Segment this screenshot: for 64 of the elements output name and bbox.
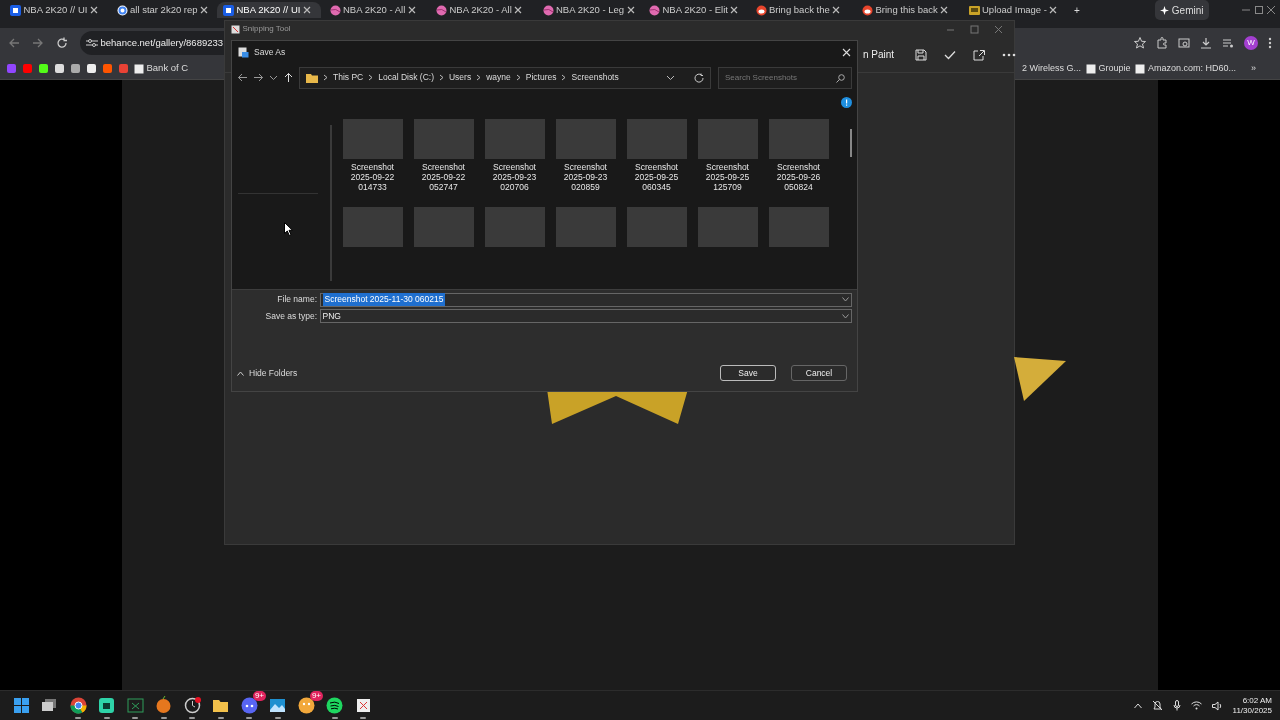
file-item[interactable]: Screenshot 2025-09-23 020859 bbox=[550, 119, 621, 192]
dialog-button[interactable]: Save bbox=[720, 365, 776, 381]
file-name: Screenshot 2025-09-25 060345 bbox=[634, 161, 679, 192]
browser-tab[interactable]: Bring back the bbox=[749, 2, 854, 18]
open-in-paint-button[interactable]: n Paint bbox=[863, 47, 895, 62]
file-name: Screenshot 2025-09-22 052747 bbox=[421, 161, 466, 192]
breadcrumb-item[interactable]: Screenshots bbox=[571, 71, 619, 84]
file-type-dropdown[interactable]: PNG bbox=[319, 309, 852, 323]
file-name-field[interactable]: Screenshot 2025-11-30 060215 bbox=[319, 292, 852, 307]
breadcrumb-item[interactable]: wayne bbox=[486, 71, 511, 84]
browser-tab[interactable]: all star 2k20 rep bbox=[110, 2, 215, 18]
file-item[interactable]: Screenshot 2025-09-25 060345 bbox=[621, 119, 692, 192]
address-bar[interactable]: This PC Local Disk (C:) Users wayne Pictures Screenshots bbox=[299, 66, 711, 89]
file-name: Screenshot 2025-09-23 020706 bbox=[492, 161, 537, 192]
bookmark[interactable]: Groupie bbox=[1085, 61, 1131, 76]
browser-tab[interactable]: NBA 2K20 - All bbox=[323, 2, 428, 18]
browser-tab[interactable]: NBA 2K20 - All bbox=[430, 2, 534, 18]
more-bookmarks-button[interactable]: » bbox=[1251, 61, 1256, 76]
tab-title: NBA 2K20 // UI bbox=[23, 2, 88, 17]
new-tab-button[interactable]: + bbox=[1074, 2, 1080, 18]
tab-title: NBA 2K20 - All bbox=[449, 2, 512, 17]
notification-badge: 9+ bbox=[309, 690, 323, 701]
profile-avatar[interactable]: W bbox=[1244, 36, 1258, 50]
tab-title: Upload Image - bbox=[982, 2, 1047, 17]
tab-title: NBA 2K20 - Leg bbox=[556, 2, 625, 17]
file-name: Screenshot 2025-09-26 050824 bbox=[776, 161, 821, 192]
breadcrumb-item[interactable]: Users bbox=[448, 71, 472, 84]
browser-tab[interactable]: NBA 2K20 - Leg bbox=[536, 2, 641, 18]
dialog-title: Save As bbox=[254, 46, 286, 59]
file-item[interactable]: Screenshot 2025-09-23 020706 bbox=[479, 119, 550, 192]
browser-tab[interactable]: NBA 2K20 // UI bbox=[217, 2, 321, 18]
file-item[interactable]: Screenshot 2025-09-26 050824 bbox=[763, 119, 834, 192]
breadcrumb-item[interactable]: Local Disk (C:) bbox=[378, 71, 434, 84]
search-field[interactable]: Search Screenshots bbox=[718, 66, 852, 89]
notification-badge: 9+ bbox=[252, 690, 266, 701]
file-name: Screenshot 2025-09-22 014733 bbox=[350, 161, 395, 192]
browser-tab[interactable]: NBA 2K20 // UI bbox=[4, 2, 108, 18]
tab-title: NBA 2K20 - Elit bbox=[662, 2, 728, 17]
gemini-button[interactable]: Gemini bbox=[1155, 0, 1209, 20]
browser-tab[interactable]: Bring this back bbox=[856, 2, 960, 18]
bookmark[interactable]: 2 Wireless G... bbox=[1021, 61, 1081, 76]
breadcrumb-item[interactable]: Pictures bbox=[525, 71, 557, 84]
file-item[interactable]: Screenshot 2025-09-22 014733 bbox=[337, 119, 408, 192]
field-label: Save as type: bbox=[264, 309, 317, 323]
bookmark[interactable]: Amazon.com: HD60... bbox=[1135, 61, 1236, 76]
file-item[interactable]: Screenshot 2025-09-25 125709 bbox=[692, 119, 763, 192]
tab-title: Bring this back bbox=[875, 2, 938, 17]
clock-time: 6:02 AM bbox=[1241, 695, 1272, 706]
dialog-button[interactable]: Cancel bbox=[791, 365, 847, 381]
tab-title: NBA 2K20 - All bbox=[343, 2, 406, 17]
window-title: Snipping Tool bbox=[242, 23, 291, 35]
browser-tab[interactable]: Upload Image - bbox=[962, 2, 1067, 18]
browser-tab[interactable]: NBA 2K20 - Elit bbox=[643, 2, 747, 18]
field-label: File name: bbox=[276, 293, 317, 306]
file-name: Screenshot 2025-09-23 020859 bbox=[563, 161, 608, 192]
bookmark[interactable]: Bank of C bbox=[134, 61, 189, 76]
hide-folders-button[interactable]: Hide Folders bbox=[237, 366, 298, 380]
tab-title: NBA 2K20 // UI bbox=[236, 2, 301, 17]
file-name: Screenshot 2025-09-25 125709 bbox=[705, 161, 750, 192]
clock-date: 11/30/2025 bbox=[1232, 705, 1272, 716]
tab-title: all star 2k20 rep bbox=[130, 2, 198, 17]
file-item[interactable]: Screenshot 2025-09-22 052747 bbox=[408, 119, 479, 192]
tab-title: Bring back the bbox=[769, 2, 830, 17]
breadcrumb-item[interactable]: This PC bbox=[333, 71, 364, 84]
